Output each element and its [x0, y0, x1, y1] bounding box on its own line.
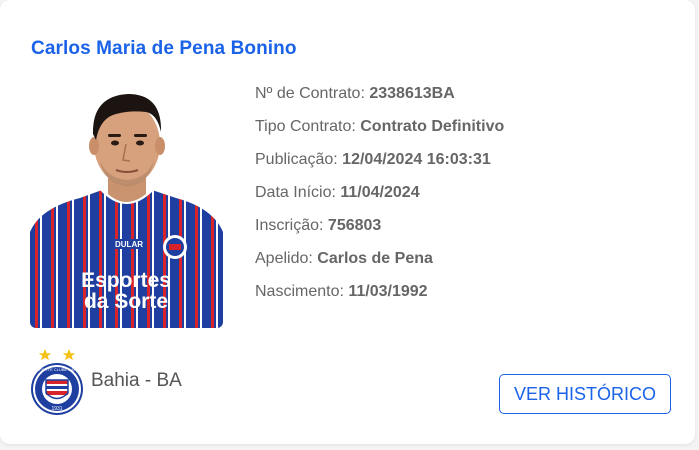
- field-value: Carlos de Pena: [317, 250, 433, 267]
- field-label: Apelido:: [255, 250, 313, 267]
- publication-row: Publicação: 12/04/2024 16:03:31: [255, 150, 504, 183]
- club-name[interactable]: Bahia - BA: [91, 370, 182, 392]
- player-name[interactable]: Carlos Maria de Pena Bonino: [31, 38, 297, 60]
- registration-row: Inscrição: 756803: [255, 216, 504, 249]
- field-value: 12/04/2024 16:03:31: [342, 151, 491, 168]
- field-label: Tipo Contrato:: [255, 118, 356, 135]
- field-value: 11/04/2024: [340, 184, 420, 201]
- shirt-sponsor-line2: da Sorte: [84, 290, 168, 313]
- contract-info: Nº de Contrato: 2338613BA Tipo Contrato:…: [255, 84, 504, 315]
- field-value: Contrato Definitivo: [360, 118, 505, 135]
- field-label: Publicação:: [255, 151, 338, 168]
- field-label: Nascimento:: [255, 283, 344, 300]
- contract-type-row: Tipo Contrato: Contrato Definitivo: [255, 117, 504, 150]
- field-value: 11/03/1992: [348, 283, 428, 300]
- nickname-row: Apelido: Carlos de Pena: [255, 249, 504, 282]
- view-history-button[interactable]: VER HISTÓRICO: [499, 374, 671, 414]
- field-value: 2338613BA: [369, 85, 455, 102]
- club-crest-icon: 1931 ESPORTE CLUBE BAHIA: [28, 347, 86, 417]
- start-date-row: Data Início: 11/04/2024: [255, 183, 504, 216]
- birth-date-row: Nascimento: 11/03/1992: [255, 282, 504, 315]
- field-label: Inscrição:: [255, 217, 324, 234]
- shirt-brand-text: DULAR: [115, 240, 143, 249]
- field-label: Nº de Contrato:: [255, 85, 365, 102]
- shirt-sponsor-line1: Esportes: [81, 269, 171, 292]
- player-card: Carlos Maria de Pena Bonino DULAR Esport…: [0, 0, 695, 444]
- contract-number-row: Nº de Contrato: 2338613BA: [255, 84, 504, 117]
- player-photo: DULAR Esportes da Sorte: [30, 82, 223, 328]
- club-crest-year: 1931: [51, 406, 62, 412]
- club-crest-text: ESPORTE CLUBE BAHIA: [34, 367, 81, 372]
- field-value: 756803: [327, 217, 382, 234]
- field-label: Data Início:: [255, 184, 336, 201]
